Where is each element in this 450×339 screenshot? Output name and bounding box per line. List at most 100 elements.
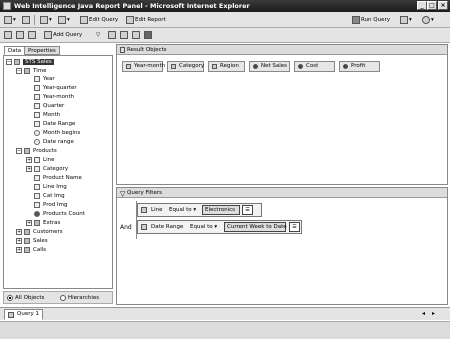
folder-icon [34, 219, 40, 226]
tree-item[interactable]: + Line [26, 156, 54, 164]
dimension-icon [34, 120, 40, 127]
minimize-icon[interactable]: _ [417, 1, 427, 10]
tab-scroll-left-icon[interactable]: ◂ [422, 310, 425, 317]
edit-report-button[interactable]: Edit Report [126, 15, 166, 25]
filter-value[interactable]: Current Week to Date [224, 222, 287, 232]
tree-item[interactable]: Quarter [34, 102, 64, 110]
dimension-icon [34, 156, 40, 163]
tree-item[interactable]: Line Img [34, 183, 67, 191]
tab-properties[interactable]: Properties [24, 46, 60, 55]
query-tab-bar: Query 1 ◂ ▸ [0, 307, 450, 320]
folder-icon [24, 237, 30, 244]
query-toolbar: Add Query ▽ [0, 28, 450, 43]
filter-toggle-icon[interactable] [28, 30, 37, 40]
filter-icon[interactable]: ▽ [96, 30, 100, 40]
tab-data[interactable]: Data [4, 46, 26, 55]
dimension-icon [34, 93, 40, 100]
help-icon[interactable]: ▾ [422, 15, 434, 25]
dimension-icon [34, 174, 40, 181]
result-objects-header: Result Objects [117, 45, 447, 55]
data-tree-panel: − STS Sales − Time Year Year-quarter Year-… [3, 55, 113, 289]
tab-query-1[interactable]: Query 1 [4, 309, 43, 320]
folder-icon [24, 147, 30, 154]
close-icon[interactable]: × [438, 1, 448, 10]
folder-icon [24, 228, 30, 235]
maximize-icon[interactable]: □ [427, 1, 437, 10]
open-icon[interactable] [22, 15, 31, 25]
sql-icon[interactable] [108, 30, 117, 40]
operator-dropdown[interactable]: Equal to ▾ [190, 221, 217, 233]
filter-funnel-icon: ▽ [120, 190, 126, 198]
dimension-icon [34, 84, 40, 91]
hierarchies-radio[interactable]: Hierarchies [60, 294, 99, 302]
measure-icon [34, 210, 40, 217]
eraser-icon[interactable] [132, 30, 141, 40]
value-list-icon[interactable]: ☰ [289, 222, 300, 232]
tree-item[interactable]: Date Range [34, 120, 75, 128]
tree-item[interactable]: Year-quarter [34, 84, 77, 92]
filter-value[interactable]: Electronics [202, 205, 240, 215]
query-icon [8, 312, 14, 318]
tab-scroll-right-icon[interactable]: ▸ [432, 310, 435, 317]
tree-root[interactable]: − STS Sales [6, 58, 54, 66]
tree-item[interactable]: Month [34, 111, 60, 119]
dimension-icon [34, 165, 40, 172]
app-icon [3, 2, 11, 10]
tree-item[interactable]: + Category [26, 165, 68, 173]
value-list-icon[interactable]: ☰ [242, 205, 253, 215]
result-object-chip[interactable]: Net Sales [249, 61, 290, 72]
result-object-chip[interactable]: Year-month [122, 61, 165, 72]
main-toolbar: ▾ ▾ ▾ Edit Query Edit Report Run Query ▾… [0, 12, 450, 28]
tree-item[interactable]: Month begins [34, 129, 80, 137]
dimension-icon [141, 207, 147, 213]
folder-icon [24, 246, 30, 253]
dimension-icon [34, 111, 40, 118]
filter-operator[interactable]: And [120, 224, 132, 231]
filter-object-icon [34, 138, 40, 145]
operator-dropdown[interactable]: Equal to ▾ [169, 204, 196, 216]
document-icon[interactable] [16, 30, 25, 40]
query-filters-panel[interactable]: ▽ Query Filters And Line Equal to ▾ Elect… [116, 187, 448, 305]
tree-folder-products[interactable]: − Products [16, 147, 57, 155]
query-filters-header: ▽ Query Filters [117, 188, 447, 198]
edit-query-button[interactable]: Edit Query [80, 15, 118, 25]
query-options-icon[interactable] [144, 30, 153, 40]
properties-icon[interactable] [120, 30, 129, 40]
refresh-icon[interactable]: ▾ [400, 15, 412, 25]
folder-icon [24, 67, 30, 74]
tree-item[interactable]: Year [34, 75, 55, 83]
filter-condition[interactable]: Date Range Equal to ▾ Current Week to Da… [137, 220, 302, 234]
tree-item[interactable]: Prod Img [34, 201, 67, 209]
query-panel-icon[interactable] [4, 30, 13, 40]
universe-icon [14, 58, 20, 65]
result-objects-panel[interactable]: Result Objects Year-month Category Regio… [116, 44, 448, 185]
result-object-chip[interactable]: Cost [294, 61, 335, 72]
tree-folder-customers[interactable]: + Customers [16, 228, 63, 236]
filter-condition[interactable]: Line Equal to ▾ Electronics ☰ [137, 203, 262, 217]
tree-folder-time[interactable]: − Time [16, 67, 46, 75]
filter-object-icon [34, 129, 40, 136]
status-bar [0, 321, 450, 339]
window-title-bar: Web Intelligence Java Report Panel - Mic… [0, 0, 450, 12]
tree-folder-calls[interactable]: + Calls [16, 246, 46, 254]
new-document-icon[interactable]: ▾ [4, 15, 16, 25]
tree-item[interactable]: Year-month [34, 93, 74, 101]
result-object-chip[interactable]: Category [167, 61, 204, 72]
add-query-button[interactable]: Add Query [44, 30, 82, 40]
result-object-chip[interactable]: Region [208, 61, 245, 72]
tree-item[interactable]: Product Name [34, 174, 82, 182]
save-icon[interactable]: ▾ [58, 15, 70, 25]
tree-item[interactable]: Cat Img [34, 192, 65, 200]
result-object-chip[interactable]: Profit [339, 61, 380, 72]
detail-icon [34, 201, 40, 208]
tree-item[interactable]: Date range [34, 138, 74, 146]
print-icon[interactable]: ▾ [40, 15, 52, 25]
view-mode-bar: All Objects Hierarchies [3, 291, 113, 304]
tree-folder-extras[interactable]: + Extras [26, 219, 60, 227]
run-query-button[interactable]: Run Query [352, 15, 390, 25]
all-objects-radio[interactable]: All Objects [7, 294, 44, 302]
tree-folder-sales[interactable]: + Sales [16, 237, 48, 245]
dimension-icon [34, 75, 40, 82]
result-objects-icon [120, 47, 125, 53]
tree-item[interactable]: Products Count [34, 210, 85, 218]
